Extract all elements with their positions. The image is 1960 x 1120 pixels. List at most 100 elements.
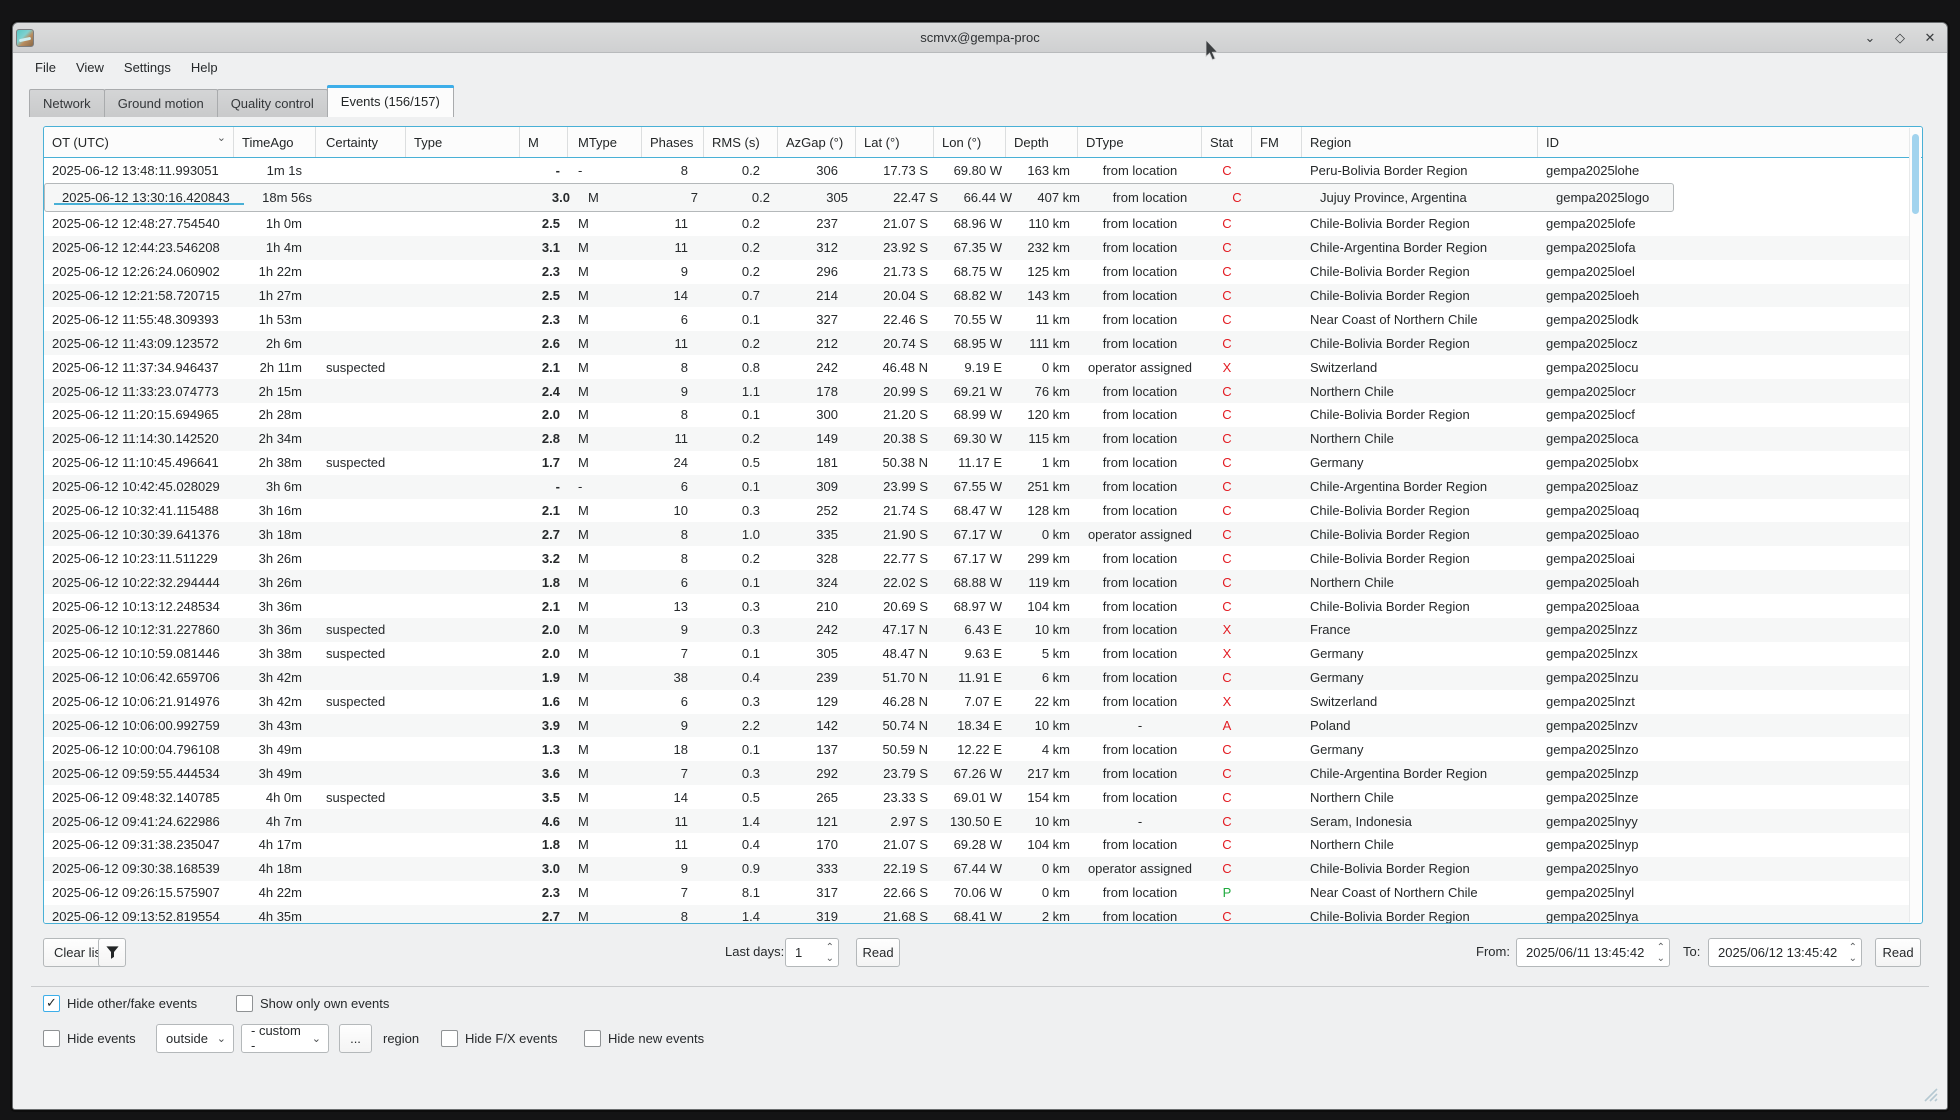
cell-lat: 20.69 S <box>856 594 934 618</box>
event-row[interactable]: 2025-06-12 11:20:15.6949652h 28m2.0M80.1… <box>44 403 1910 427</box>
event-row[interactable]: 2025-06-12 12:21:58.7207151h 27m2.5M140.… <box>44 284 1910 308</box>
column-header-id[interactable]: ID <box>1538 127 1910 157</box>
event-row[interactable]: 2025-06-12 12:26:24.0609021h 22m2.3M90.2… <box>44 260 1910 284</box>
cell-region: Northern Chile <box>1302 427 1538 451</box>
region-more-button[interactable]: ... <box>339 1024 372 1053</box>
cell-phases: 6 <box>642 475 704 499</box>
maximize-icon[interactable]: ◇ <box>1891 29 1909 47</box>
column-header-lon[interactable]: Lon (°) <box>934 127 1006 157</box>
to-datetime-field[interactable]: 2025/06/12 13:45:42 ⌃⌄ <box>1708 938 1862 967</box>
event-row[interactable]: 2025-06-12 11:33:23.0747732h 15m2.4M91.1… <box>44 379 1910 403</box>
cell-type <box>406 546 520 570</box>
cell-azgap: 265 <box>778 785 856 809</box>
vertical-scrollbar[interactable] <box>1909 128 1921 922</box>
event-row[interactable]: 2025-06-12 13:30:16.42084318m 56s3.0M70.… <box>44 183 1674 212</box>
event-row[interactable]: 2025-06-12 09:30:38.1685394h 18m3.0M90.9… <box>44 857 1910 881</box>
column-header-type[interactable]: Type <box>406 127 520 157</box>
checkbox-box[interactable] <box>43 1030 60 1047</box>
event-row[interactable]: 2025-06-12 10:12:31.2278603h 36msuspecte… <box>44 618 1910 642</box>
event-row[interactable]: 2025-06-12 10:23:11.5112293h 26m3.2M80.2… <box>44 546 1910 570</box>
hide-new-checkbox[interactable]: Hide new events <box>584 1030 704 1047</box>
event-row[interactable]: 2025-06-12 11:14:30.1425202h 34m2.8M110.… <box>44 427 1910 451</box>
minimize-icon[interactable]: ⌄ <box>1861 29 1879 47</box>
column-header-region[interactable]: Region <box>1302 127 1538 157</box>
column-header-certainty[interactable]: Certainty <box>316 127 406 157</box>
event-row[interactable]: 2025-06-12 10:10:59.0814463h 38msuspecte… <box>44 642 1910 666</box>
menu-item-file[interactable]: File <box>25 56 66 79</box>
close-icon[interactable]: ✕ <box>1921 29 1939 47</box>
column-header-phases[interactable]: Phases <box>642 127 704 157</box>
event-row[interactable]: 2025-06-12 10:06:00.9927593h 43m3.9M92.2… <box>44 714 1910 738</box>
column-header-m[interactable]: M <box>520 127 568 157</box>
filter-button[interactable] <box>98 938 126 967</box>
event-row[interactable]: 2025-06-12 11:55:48.3093931h 53m2.3M60.1… <box>44 307 1910 331</box>
region-preset-dropdown[interactable]: - custom - ⌄ <box>241 1024 329 1053</box>
tab-network[interactable]: Network <box>29 89 105 117</box>
column-header-ot-utc[interactable]: OT (UTC)⌄ <box>44 127 234 157</box>
menu-item-view[interactable]: View <box>66 56 114 79</box>
column-header-label: M <box>528 135 539 150</box>
event-row[interactable]: 2025-06-12 10:13:12.2485343h 36m2.1M130.… <box>44 594 1910 618</box>
event-row[interactable]: 2025-06-12 09:41:24.6229864h 7m4.6M111.4… <box>44 809 1910 833</box>
titlebar[interactable]: scmvx@gempa-proc ⌄ ◇ ✕ <box>13 23 1947 53</box>
menu-item-settings[interactable]: Settings <box>114 56 181 79</box>
cell-stat: X <box>1202 355 1252 379</box>
scrollbar-thumb[interactable] <box>1912 134 1919 214</box>
event-row[interactable]: 2025-06-12 10:32:41.1154883h 16m2.1M100.… <box>44 499 1910 523</box>
event-row[interactable]: 2025-06-12 11:43:09.1235722h 6m2.6M110.2… <box>44 331 1910 355</box>
cell-dtype: from location <box>1078 881 1202 905</box>
read-button[interactable]: Read <box>856 938 900 967</box>
cell-timeago: 3h 16m <box>234 499 316 523</box>
checkbox-box[interactable] <box>236 995 253 1012</box>
size-grip-icon[interactable] <box>1921 1085 1939 1103</box>
event-row[interactable]: 2025-06-12 12:44:23.5462081h 4m3.1M110.2… <box>44 236 1910 260</box>
tab-events-156-157[interactable]: Events (156/157) <box>327 85 454 117</box>
event-row[interactable]: 2025-06-12 09:26:15.5759074h 22m2.3M78.1… <box>44 881 1910 905</box>
hide-events-checkbox[interactable]: Hide events <box>43 1030 136 1047</box>
column-header-fm[interactable]: FM <box>1252 127 1302 157</box>
event-row[interactable]: 2025-06-12 11:10:45.4966412h 38msuspecte… <box>44 451 1910 475</box>
event-row[interactable]: 2025-06-12 10:06:21.9149763h 42msuspecte… <box>44 690 1910 714</box>
event-row[interactable]: 2025-06-12 10:42:45.0280293h 6m--60.1309… <box>44 475 1910 499</box>
column-header-mtype[interactable]: MType <box>568 127 642 157</box>
column-header-stat[interactable]: Stat <box>1202 127 1252 157</box>
checkbox-box[interactable] <box>43 995 60 1012</box>
event-row[interactable]: 2025-06-12 09:31:38.2350474h 17m1.8M110.… <box>44 833 1910 857</box>
column-header-label: OT (UTC) <box>52 135 109 150</box>
cell-rms-s: 0.3 <box>704 499 778 523</box>
event-row[interactable]: 2025-06-12 10:06:42.6597063h 42m1.9M380.… <box>44 666 1910 690</box>
column-header-dtype[interactable]: DType <box>1078 127 1202 157</box>
app-icon <box>16 29 34 47</box>
show-only-own-checkbox[interactable]: Show only own events <box>236 995 389 1012</box>
menu-item-help[interactable]: Help <box>181 56 228 79</box>
cell-id: gempa2025lnzt <box>1538 690 1910 714</box>
checkbox-box[interactable] <box>441 1030 458 1047</box>
column-header-depth[interactable]: Depth <box>1006 127 1078 157</box>
event-row[interactable]: 2025-06-12 09:48:32.1407854h 0msuspected… <box>44 785 1910 809</box>
event-row[interactable]: 2025-06-12 09:59:55.4445343h 49m3.6M70.3… <box>44 761 1910 785</box>
outside-dropdown[interactable]: outside ⌄ <box>156 1024 234 1053</box>
event-row[interactable]: 2025-06-12 11:37:34.9464372h 11msuspecte… <box>44 355 1910 379</box>
event-row[interactable]: 2025-06-12 10:22:32.2944443h 26m1.8M60.1… <box>44 570 1910 594</box>
event-row[interactable]: 2025-06-12 12:48:27.7545401h 0m2.5M110.2… <box>44 212 1910 236</box>
cell-ot-utc: 2025-06-12 10:06:42.659706 <box>44 666 234 690</box>
event-row[interactable]: 2025-06-12 09:13:52.8195544h 35m2.7M81.4… <box>44 905 1910 923</box>
tab-ground-motion[interactable]: Ground motion <box>104 89 218 117</box>
hide-other-fake-checkbox[interactable]: Hide other/fake events <box>43 995 197 1012</box>
column-header-lat[interactable]: Lat (°) <box>856 127 934 157</box>
cell-m: 2.0 <box>520 618 568 642</box>
event-row[interactable]: 2025-06-12 13:48:11.9930511m 1s--80.2306… <box>44 159 1910 183</box>
last-days-spinbox[interactable]: 1 ⌃⌄ <box>785 938 839 967</box>
event-row[interactable]: 2025-06-12 10:00:04.7961083h 49m1.3M180.… <box>44 737 1910 761</box>
column-header-rms-s[interactable]: RMS (s) <box>704 127 778 157</box>
column-header-azgap[interactable]: AzGap (°) <box>778 127 856 157</box>
cell-lon: 68.97 W <box>934 594 1006 618</box>
column-header-timeago[interactable]: TimeAgo <box>234 127 316 157</box>
tab-quality-control[interactable]: Quality control <box>217 89 328 117</box>
hide-fx-checkbox[interactable]: Hide F/X events <box>441 1030 558 1047</box>
cell-phases: 7 <box>642 881 704 905</box>
read-range-button[interactable]: Read <box>1875 938 1921 967</box>
event-row[interactable]: 2025-06-12 10:30:39.6413763h 18m2.7M81.0… <box>44 522 1910 546</box>
checkbox-box[interactable] <box>584 1030 601 1047</box>
from-datetime-field[interactable]: 2025/06/11 13:45:42 ⌃⌄ <box>1516 938 1670 967</box>
